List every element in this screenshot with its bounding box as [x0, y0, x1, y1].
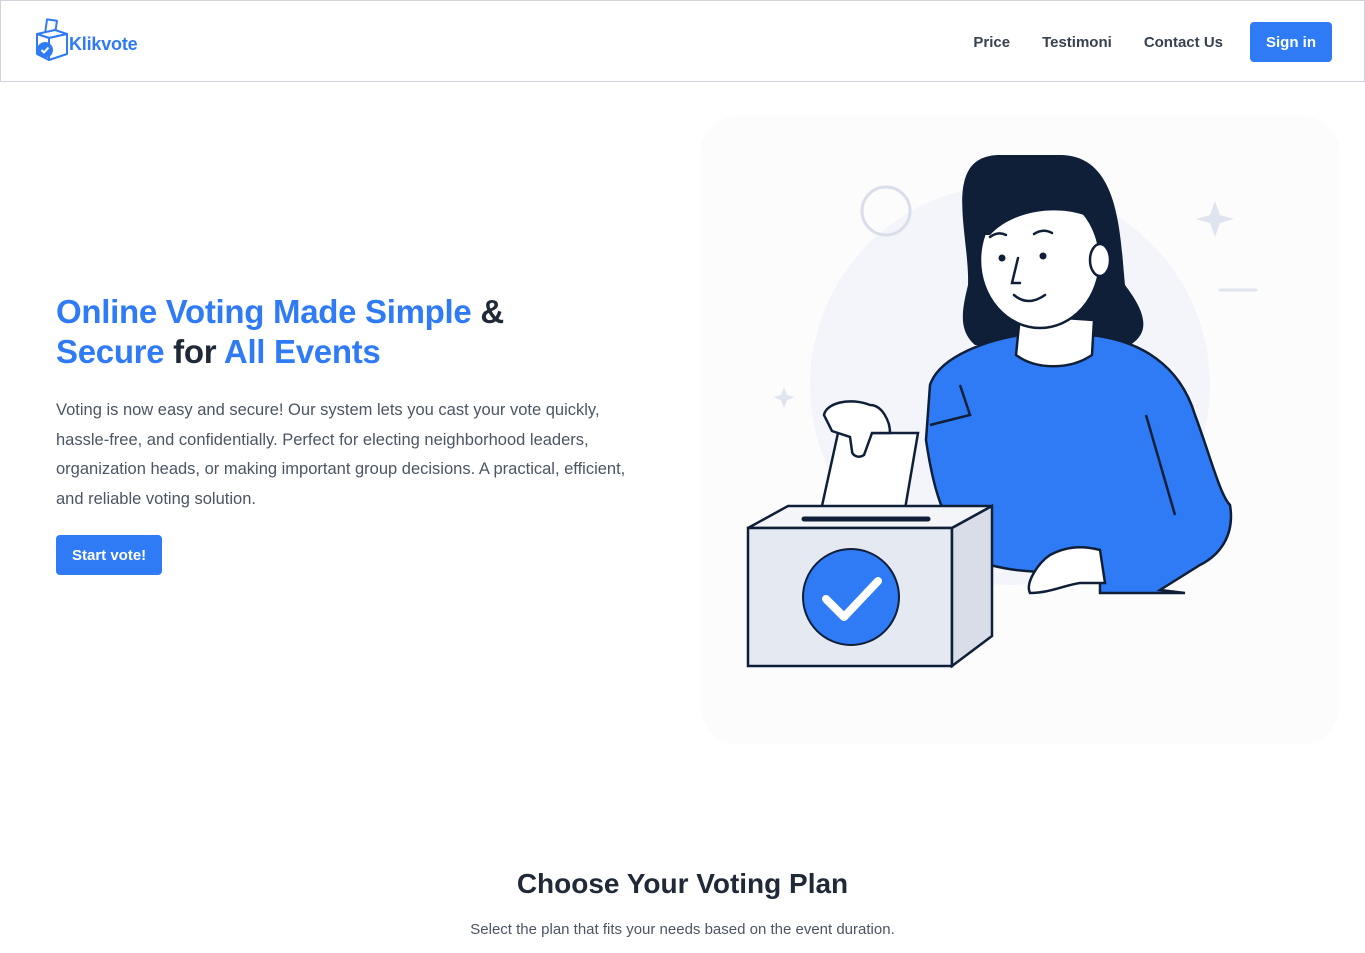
nav-link-testimoni[interactable]: Testimoni — [1042, 34, 1112, 51]
hero-title: Online Voting Made Simple & Secure for A… — [56, 292, 616, 372]
ballot-box-check-icon — [36, 18, 68, 61]
woman-casting-ballot-illustration — [700, 115, 1340, 745]
start-vote-button[interactable]: Start vote! — [56, 535, 163, 575]
nav-link-contact-us[interactable]: Contact Us — [1144, 34, 1223, 51]
nav-link-price[interactable]: Price — [973, 34, 1010, 51]
plans-section-subtitle: Select the plan that fits your needs bas… — [470, 921, 895, 938]
hero-title-highlight-1: Online Voting Made Simple — [56, 293, 472, 330]
hero-title-highlight-2: Secure — [56, 333, 165, 370]
hero-description: Voting is now easy and secure! Our syste… — [56, 401, 626, 508]
navbar: Klikvote Price Testimoni Contact Us Sign… — [0, 0, 1365, 82]
hero-title-highlight-3: All Events — [223, 333, 381, 370]
brand-logo[interactable]: Klikvote — [33, 17, 143, 67]
plans-section-title: Choose Your Voting Plan — [516, 868, 849, 899]
hero-title-ampersand: & — [480, 293, 504, 330]
hero-title-connector: for — [173, 333, 217, 370]
nav-menu: Price Testimoni Contact Us Sign in — [973, 22, 1332, 62]
brand-name: Klikvote — [69, 33, 138, 54]
sign-in-button[interactable]: Sign in — [1250, 22, 1332, 62]
